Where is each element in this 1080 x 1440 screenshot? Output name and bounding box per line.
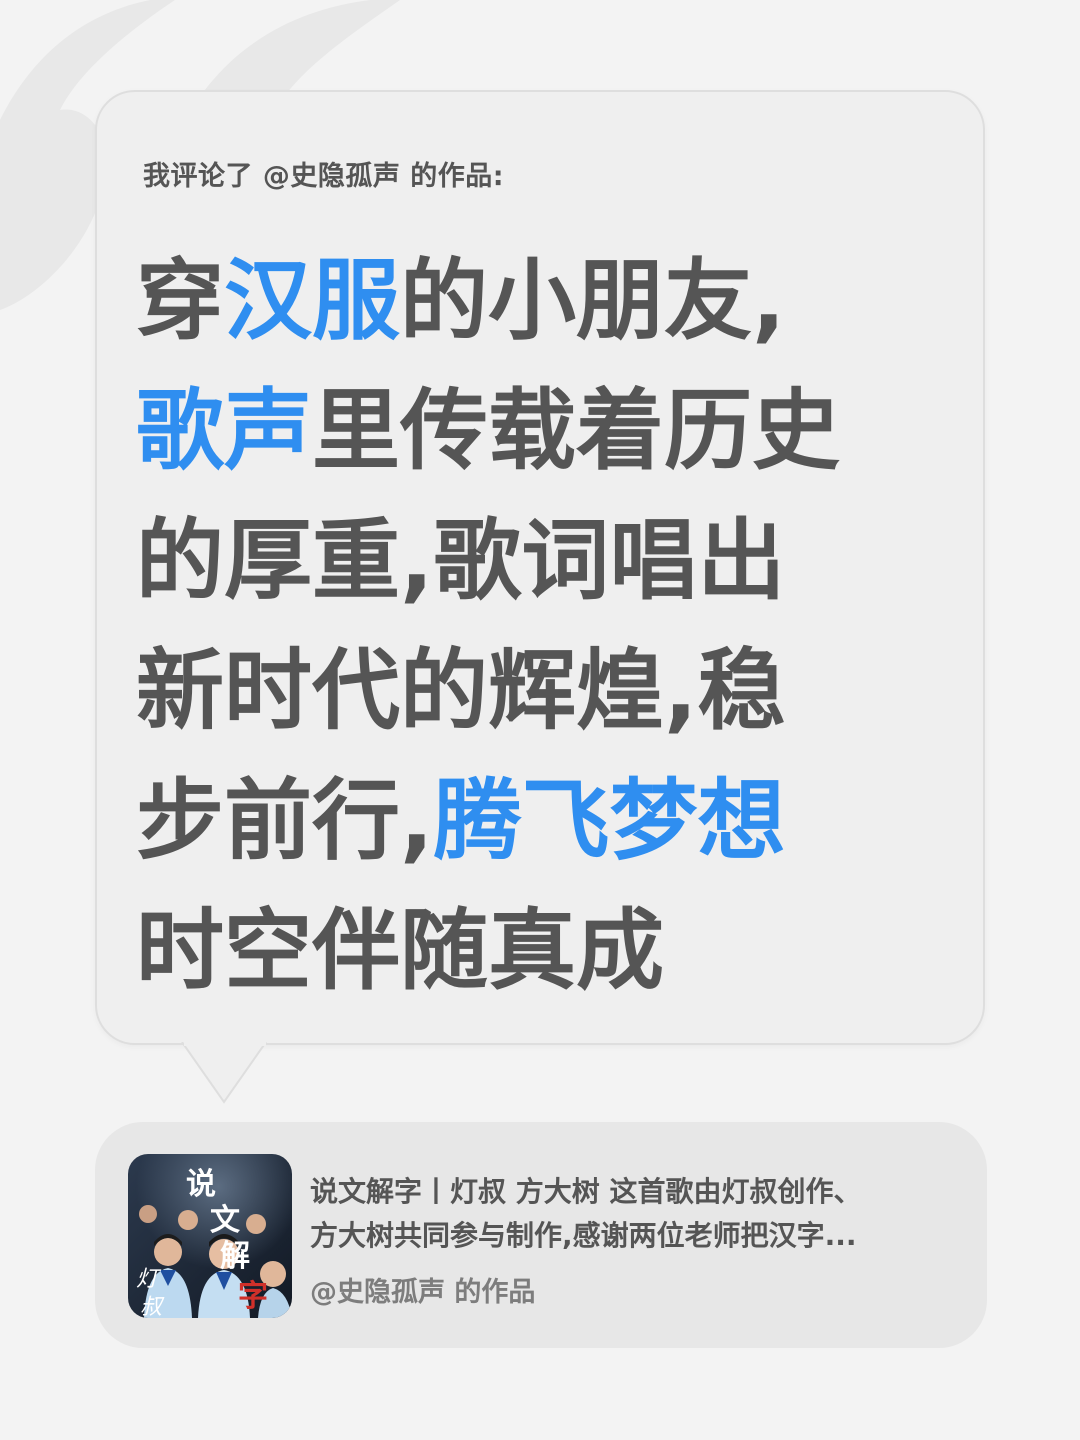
comment-segment: 穿 [136,249,225,352]
comment-header: 我评论了 @史隐孤声 的作品: [143,161,505,192]
comment-segment: 里传载着历史 [312,379,841,482]
svg-text:解: 解 [220,1239,250,1274]
svg-text:文: 文 [210,1203,240,1238]
comment-line: 的厚重,歌词唱出 [136,496,896,626]
comment-line: 步前行,腾飞梦想 [136,756,896,886]
highlight-keyword: 汉服 [224,249,401,352]
comment-segment: 步前行, [136,769,434,872]
comment-line: 新时代的辉煌,稳 [136,626,896,756]
comment-segment: 时空伴随真成 [136,899,665,1002]
comment-text: 穿汉服的小朋友, 歌声里传载着历史 的厚重,歌词唱出 新时代的辉煌,稳 步前行,腾飞梦想… [136,236,896,1016]
work-description-line: 方大树共同参与制作,感谢两位老师把汉字... [310,1219,857,1252]
bubble-tail [181,1042,267,1104]
comment-segment: 的小朋友, [400,249,786,352]
highlight-keyword: 歌声 [136,379,313,482]
comment-line: 时空伴随真成 [136,886,896,1016]
work-description-line: 说文解字丨灯叔 方大树 这首歌由灯叔创作、 [310,1175,862,1208]
work-description[interactable]: 说文解字丨灯叔 方大树 这首歌由灯叔创作、 方大树共同参与制作,感谢两位老师把汉… [310,1170,950,1258]
comment-segment: 的厚重,歌词唱出 [136,509,786,612]
video-thumbnail[interactable]: 说 文 解 字 灯 叔 [128,1154,292,1318]
comment-line: 穿汉服的小朋友, [136,236,896,366]
svg-text:字: 字 [238,1279,268,1314]
comment-line: 歌声里传载着历史 [136,366,896,496]
highlight-keyword: 腾飞梦想 [433,769,786,872]
comment-segment: 新时代的辉煌,稳 [136,639,786,742]
svg-text:说: 说 [186,1167,216,1202]
svg-text:叔: 叔 [140,1295,165,1318]
work-author[interactable]: @史隐孤声 的作品 [310,1270,535,1309]
